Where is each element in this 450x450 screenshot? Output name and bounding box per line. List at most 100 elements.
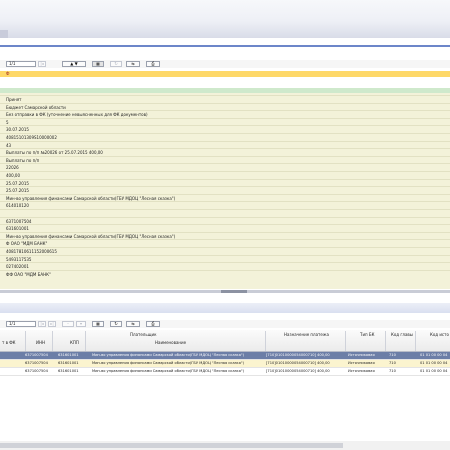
bottom-toolbar: 1/1 |◂ ▸| – ▾ ▦ ↻ ⇆ ⎙ [0, 320, 450, 328]
top-toolbar: 1/1 |◂ ▲ ▼ ▦ ↻ ⇆ ⎙ [0, 60, 450, 68]
header-head-code[interactable]: Код главы [391, 332, 413, 337]
bottom-grid-view-icon[interactable]: ▦ [92, 321, 104, 327]
header-payer-group: Плательщик [130, 332, 157, 337]
bottom-refresh-icon[interactable]: ↻ [110, 321, 122, 327]
table-row[interactable]: 6371007504 631601001 Мин-во управления фин… [0, 368, 450, 376]
detail-row: 6371007504 [0, 216, 450, 224]
cell-purpose: [710]01010000054000710] 400,00 [266, 369, 330, 373]
cell-kpp: 631601001 [58, 369, 79, 373]
cell-name: Мин-во управления финансами Самарской об… [92, 353, 244, 357]
detail-value: 5493117535 [6, 256, 32, 262]
bottom-export-icon[interactable]: ⇆ [126, 321, 140, 327]
top-refresh-icon[interactable]: ↻ [110, 61, 122, 67]
cell-purpose: [710]01010000054000710] 400,00 [266, 361, 330, 365]
col-separator [345, 331, 346, 351]
col-separator [265, 331, 266, 351]
detail-row [0, 209, 450, 216]
detail-row: 30.07.2015 [0, 125, 450, 132]
detail-row: 400,00 [0, 171, 450, 178]
detail-value: 22026 [6, 165, 19, 171]
detail-row: 22026 [0, 163, 450, 170]
header-inn[interactable]: ИНН [36, 340, 45, 345]
header-kpp[interactable]: КПП [70, 340, 79, 345]
detail-value: 40815101309S10000002 [6, 135, 57, 140]
top-grid-view-icon[interactable]: ▦ [92, 61, 104, 67]
detail-row: 43 [0, 140, 450, 148]
splitter-grip[interactable] [221, 290, 247, 293]
col-separator [25, 331, 26, 351]
cell-purpose: [710]01010000054000710] 400,00 [266, 353, 330, 357]
detail-row: Ф ОАО "МДМ БАНК" [0, 239, 450, 246]
cell-type-bk: Источниковая [348, 369, 375, 373]
detail-value: Выплаты по п/п №20026 от 25.07.2015 400,… [6, 150, 103, 156]
cell-name: Мин-во управления финансами Самарской об… [92, 369, 244, 373]
detail-row: Без отправки в ФК (уточнение невыясненны… [0, 110, 450, 117]
detail-value: 43 [6, 142, 12, 148]
horizontal-scroll-thumb[interactable] [0, 443, 343, 448]
bottom-first-page-icon[interactable]: |◂ [38, 321, 46, 327]
detail-value: 25.07.2015 [6, 188, 29, 194]
cell-kpp: 631601001 [58, 353, 79, 357]
detail-row: 5493117535 [0, 254, 450, 262]
cell-name: Мин-во управления финансами Самарской об… [92, 361, 244, 365]
detail-row: Мин-во управления финансами Самарской об… [0, 231, 450, 239]
bottom-prev-icon[interactable]: – [62, 321, 74, 327]
top-export-icon[interactable]: ⇆ [126, 61, 140, 67]
cell-source-code: 01 01 00 00 04 [420, 361, 448, 365]
detail-value: ФФ ОАО "МДМ БАНК" [6, 271, 51, 277]
cell-type-bk: Источниковая [348, 353, 375, 357]
detail-value: Мин-во управления финансами Самарской об… [6, 233, 176, 239]
detail-row: 614010120 [0, 201, 450, 208]
warning-label: Ф [6, 71, 10, 76]
detail-row: Принят [0, 95, 450, 102]
detail-row: 40817810611152000615 [0, 247, 450, 254]
top-page-indicator[interactable]: 1/1 [6, 61, 36, 67]
cell-source-code: 01 01 00 00 04 [420, 353, 448, 357]
cell-inn: 6371007504 [25, 353, 48, 357]
detail-value: Выплаты по п/п [6, 157, 40, 163]
detail-value: Ф ОАО "МДМ БАНК" [6, 241, 48, 247]
detail-row: Мин-во управления финансами Самарской об… [0, 193, 450, 201]
detail-panel: Принят Бюджет Самарской области Без отправ… [0, 93, 450, 289]
header-fk[interactable]: т в ФК [2, 340, 16, 345]
cell-inn: 6371007504 [25, 369, 48, 373]
header-type-bk[interactable]: Тип БК [360, 332, 375, 337]
col-separator [415, 331, 416, 351]
detail-value: 027402001 [6, 264, 29, 270]
table-row[interactable]: 6371007504 631601001 Мин-во управления фин… [0, 352, 450, 360]
cell-head-code: 710 [389, 369, 396, 373]
header-divider [0, 45, 450, 47]
detail-value: 400,00 [6, 173, 20, 178]
top-nav-arrows[interactable]: ▲ ▼ [62, 61, 86, 67]
cell-type-bk: Источниковая [348, 361, 375, 365]
col-separator [52, 331, 53, 351]
header-source-code[interactable]: Код исто [430, 332, 449, 337]
header-name[interactable]: Наименование [155, 340, 186, 345]
detail-row: Бюджет Самарской области [0, 102, 450, 110]
detail-row: 5 [0, 117, 450, 125]
table-row[interactable]: 6371007504 631601001 Мин-во управления фин… [0, 360, 450, 368]
detail-value: Принят [6, 97, 22, 102]
bottom-last-page-icon[interactable]: ▸| [48, 321, 56, 327]
cell-inn: 6371007504 [25, 361, 48, 365]
detail-row: 631601001 [0, 224, 450, 231]
top-print-icon[interactable]: ⎙ [146, 61, 160, 67]
header-purpose[interactable]: Назначение платежа [284, 332, 329, 337]
detail-value: Мин-во управления финансами Самарской об… [6, 195, 176, 201]
detail-value: 40817810611152000615 [6, 249, 57, 254]
cell-head-code: 710 [389, 353, 396, 357]
cell-head-code: 710 [389, 361, 396, 365]
grid-header: т в ФК Плательщик ИНН КПП Наименование Н… [0, 330, 450, 352]
bottom-page-indicator[interactable]: 1/1 [6, 321, 36, 327]
detail-row: ФФ ОАО "МДМ БАНК" [0, 269, 450, 277]
detail-value: 614010120 [6, 203, 29, 209]
detail-row: Выплаты по п/п №20026 от 25.07.2015 400,… [0, 148, 450, 155]
bottom-next-icon[interactable]: ▾ [76, 321, 86, 327]
detail-value: 631601001 [6, 226, 29, 232]
detail-row: 25.07.2015 [0, 186, 450, 193]
detail-row: 027402001 [0, 262, 450, 269]
top-first-page-icon[interactable]: |◂ [38, 61, 46, 67]
bottom-print-icon[interactable]: ⎙ [146, 321, 160, 327]
bottom-panel-header [0, 303, 450, 313]
window-header [0, 0, 450, 38]
